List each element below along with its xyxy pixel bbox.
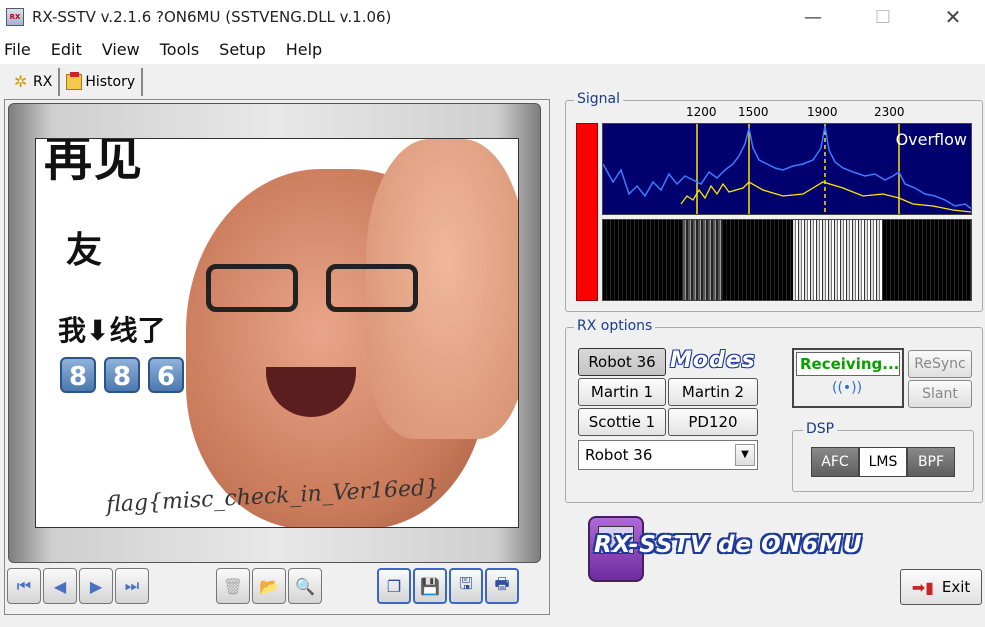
- first-icon[interactable]: ⏮: [7, 568, 41, 604]
- freq-label: 1500: [738, 105, 769, 119]
- mode-scottie1-button[interactable]: Scottie 1: [578, 408, 666, 436]
- freq-label: 1900: [807, 105, 838, 119]
- dsp-group: DSP AFC LMS BPF: [792, 421, 974, 492]
- waterfall-display: [602, 219, 972, 301]
- navigation-buttons: ⏮ ◀ ▶ ⏭: [7, 568, 151, 606]
- mode-dropdown[interactable]: Robot 36 ▼: [578, 440, 758, 470]
- last-icon[interactable]: ⏭: [115, 568, 149, 604]
- menu-help[interactable]: Help: [286, 40, 322, 59]
- number-key: 8: [60, 357, 96, 393]
- glasses-shape: [206, 264, 436, 314]
- mode-robot36-button[interactable]: Robot 36: [578, 348, 666, 376]
- window-title: RX-SSTV v.2.1.6 ?ON6MU (SSTVENG.DLL v.1.…: [32, 8, 392, 26]
- image-tool-buttons: 🗑 📂 🔍: [216, 568, 324, 606]
- spectrum-display: Overflow: [602, 123, 972, 215]
- tab-rx-label: RX: [33, 74, 53, 90]
- signal-level-bar: [576, 123, 598, 301]
- rx-options-title: RX options: [574, 318, 656, 334]
- menu-edit[interactable]: Edit: [51, 40, 82, 59]
- folder-icon[interactable]: 📂: [252, 568, 286, 604]
- mode-pd120-button[interactable]: PD120: [668, 408, 758, 436]
- app-icon: RX: [6, 8, 24, 26]
- image-frame: 再见 友 我⬇线了 8 8 6 flag{misc_check_in_Ver16…: [8, 103, 541, 563]
- slant-button[interactable]: Slant: [908, 380, 972, 408]
- freq-label: 2300: [874, 105, 905, 119]
- menu-tools[interactable]: Tools: [160, 40, 199, 59]
- exit-button[interactable]: ➡▮ Exit: [900, 569, 982, 605]
- tab-rx[interactable]: ✲ RX: [8, 68, 61, 96]
- tab-history[interactable]: History: [60, 68, 144, 96]
- signal-group: Signal 1200 1500 1900 2300 Overflow: [565, 91, 983, 312]
- antenna-icon: ((•)): [832, 380, 863, 396]
- image-top-text: 再见: [44, 138, 145, 187]
- print-icon[interactable]: 🖶: [485, 568, 519, 604]
- mode-martin2-button[interactable]: Martin 2: [668, 378, 758, 406]
- number-key: 8: [104, 357, 140, 393]
- exit-label: Exit: [941, 578, 971, 596]
- next-icon[interactable]: ▶: [79, 568, 113, 604]
- logo-text: RX-SSTV de ON6MU: [594, 532, 863, 558]
- number-keys: 8 8 6: [60, 357, 192, 393]
- trash-icon[interactable]: 🗑: [216, 568, 250, 604]
- title-bar: RX RX-SSTV v.2.1.6 ?ON6MU (SSTVENG.DLL v…: [0, 0, 985, 34]
- maximize-button[interactable]: ☐: [860, 0, 906, 34]
- gear-icon: ✲: [14, 72, 28, 91]
- menu-setup[interactable]: Setup: [219, 40, 266, 59]
- image-text-line1: 友: [66, 230, 103, 271]
- exit-icon: ➡▮: [911, 577, 934, 597]
- minimize-button[interactable]: —: [790, 0, 836, 34]
- rx-image-panel: 再见 友 我⬇线了 8 8 6 flag{misc_check_in_Ver16…: [4, 99, 550, 615]
- received-image: 再见 友 我⬇线了 8 8 6 flag{misc_check_in_Ver16…: [35, 138, 519, 528]
- lms-button[interactable]: LMS: [859, 447, 907, 477]
- resync-button[interactable]: ReSync: [908, 350, 972, 378]
- mode-martin1-button[interactable]: Martin 1: [578, 378, 666, 406]
- menu-bar: File Edit View Tools Setup Help: [0, 34, 985, 64]
- number-key: 6: [148, 357, 184, 393]
- save-as-icon[interactable]: 🖫: [449, 568, 483, 604]
- tab-bar: ✲ RX History: [8, 68, 144, 96]
- zoom-icon[interactable]: 🔍: [288, 568, 322, 604]
- receiving-indicator: Receiving... ((•)): [792, 348, 904, 408]
- receiving-label: Receiving...: [796, 352, 900, 376]
- copy-icon[interactable]: ❐: [377, 568, 411, 604]
- menu-view[interactable]: View: [102, 40, 140, 59]
- prev-icon[interactable]: ◀: [43, 568, 77, 604]
- frequency-scale: 1200 1500 1900 2300: [602, 105, 972, 121]
- rx-options-group: RX options Robot 36 Modes Martin 1 Marti…: [565, 318, 983, 503]
- overflow-status: Overflow: [895, 130, 967, 149]
- right-lens: [326, 264, 418, 312]
- app-logo: RX-SSTV de ON6MU: [588, 514, 888, 584]
- afc-button[interactable]: AFC: [811, 447, 859, 477]
- modes-logo: Modes: [670, 348, 756, 373]
- mode-dropdown-value: Robot 36: [585, 446, 653, 464]
- chevron-down-icon[interactable]: ▼: [735, 444, 755, 466]
- tab-history-label: History: [85, 74, 136, 90]
- close-button[interactable]: ✕: [930, 0, 976, 34]
- dsp-title: DSP: [803, 421, 838, 437]
- left-lens: [206, 264, 298, 312]
- menu-file[interactable]: File: [4, 40, 31, 59]
- file-buttons: ❐ 💾 🖫 🖶: [377, 568, 521, 606]
- image-text-line2: 我⬇线了: [58, 314, 166, 347]
- save-icon[interactable]: 💾: [413, 568, 447, 604]
- waterfall-band: [683, 220, 723, 300]
- bpf-button[interactable]: BPF: [907, 447, 955, 477]
- freq-label: 1200: [686, 105, 717, 119]
- waterfall-band: [793, 220, 883, 300]
- history-icon: [66, 72, 83, 90]
